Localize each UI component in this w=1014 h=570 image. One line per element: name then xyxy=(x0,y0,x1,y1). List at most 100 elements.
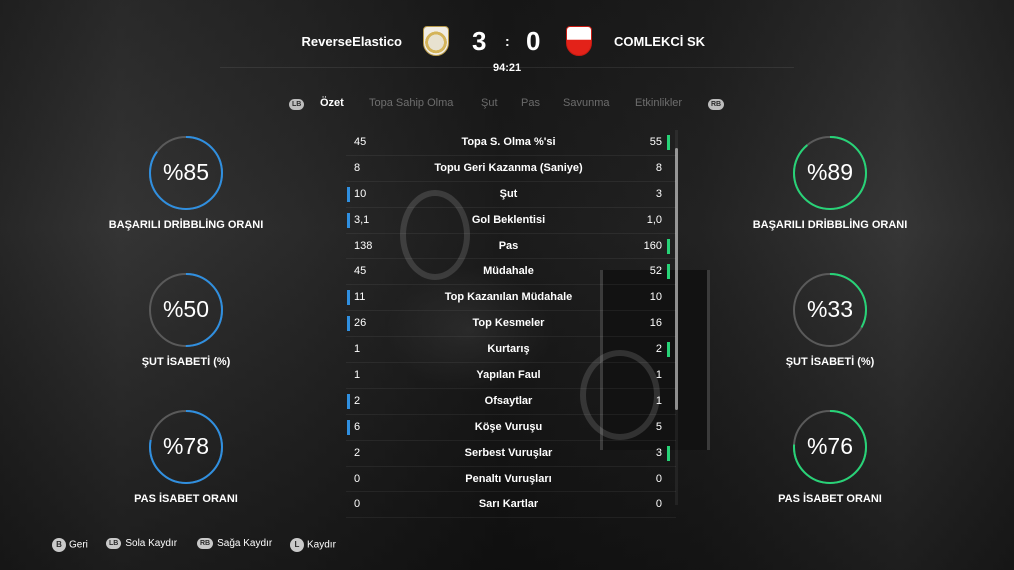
stats-table: 45 Topa S. Olma %'si 55 8 Topu Geri Kazanma … xyxy=(346,130,676,519)
stat-name: Topu Geri Kazanma (Saniye) xyxy=(434,161,583,174)
stat-name: Top Kesmeler xyxy=(472,317,545,330)
home-metric-shot-accuracy: %50 ŞUT İSABETİ (%) xyxy=(96,270,276,368)
tab-ozet[interactable]: Özet xyxy=(320,97,344,109)
metric-label: ŞUT İSABETİ (%) xyxy=(141,356,231,368)
stat-name: Köşe Vuruşu xyxy=(474,420,543,433)
home-score: 3 xyxy=(472,26,487,56)
metric-value: %89 xyxy=(806,159,854,185)
metric-label: PAS İSABET ORANI xyxy=(778,493,882,505)
score-separator: : xyxy=(505,33,510,49)
scroll-right-hint[interactable]: RB Sağa Kaydır xyxy=(197,538,272,549)
stat-name: Şut xyxy=(499,187,518,200)
lb-button-icon[interactable]: LB xyxy=(289,99,305,110)
away-leader-marker xyxy=(667,264,670,280)
metric-label: BAŞARILI DRİBBLİNG ORANI xyxy=(108,219,264,231)
stat-row: 2 Serbest Vuruşlar 3 xyxy=(346,441,676,467)
away-metric-shot-accuracy: %33 ŞUT İSABETİ (%) xyxy=(740,270,920,368)
away-stat-value: 160 xyxy=(643,239,662,252)
stat-row: 0 Penaltı Vuruşları 0 xyxy=(346,467,676,493)
scroll-right-label: Sağa Kaydır xyxy=(217,538,273,549)
tab-topa-sahip-olma[interactable]: Topa Sahip Olma xyxy=(369,97,453,109)
stat-name: Gol Beklentisi xyxy=(471,213,546,226)
rb-button-icon: RB xyxy=(197,538,214,549)
home-stat-value: 45 xyxy=(354,265,367,278)
tab-savunma[interactable]: Savunma xyxy=(563,97,609,109)
home-stat-value: 10 xyxy=(354,187,367,200)
home-stat-value: 2 xyxy=(354,446,361,459)
stat-row: 3,1 Gol Beklentisi 1,0 xyxy=(346,208,676,234)
away-stat-value: 2 xyxy=(655,343,662,356)
stat-row: 0 Sarı Kartlar 0 xyxy=(346,492,676,519)
header-divider xyxy=(220,67,794,68)
stat-row: 8 Topu Geri Kazanma (Saniye) 8 xyxy=(346,156,676,182)
away-leader-marker xyxy=(667,135,670,150)
progress-ring: %50 xyxy=(146,270,226,350)
home-leader-marker xyxy=(347,316,350,332)
stat-name: Kurtarış xyxy=(487,343,530,356)
stat-name: Yapılan Faul xyxy=(476,369,541,382)
away-stat-value: 1 xyxy=(655,369,662,382)
away-stat-value: 10 xyxy=(649,291,662,304)
stat-name: Topa S. Olma %'si xyxy=(461,136,556,148)
home-stat-value: 26 xyxy=(354,317,367,330)
tab-pas[interactable]: Pas xyxy=(521,97,540,109)
metric-label: ŞUT İSABETİ (%) xyxy=(785,356,875,368)
progress-ring: %85 xyxy=(146,133,226,213)
home-stat-value: 0 xyxy=(354,498,361,511)
away-leader-marker xyxy=(667,342,670,358)
home-stat-value: 1 xyxy=(354,343,361,356)
progress-ring: %89 xyxy=(790,133,870,213)
away-stat-value: 8 xyxy=(655,161,662,174)
b-button-icon: B xyxy=(52,538,66,552)
scroll-hint[interactable]: L Kaydır xyxy=(290,538,336,552)
rb-button-icon[interactable]: RB xyxy=(708,99,725,110)
home-metric-pass-accuracy: %78 PAS İSABET ORANI xyxy=(96,407,276,505)
stat-row: 2 Ofsaytlar 1 xyxy=(346,389,676,415)
progress-ring: %78 xyxy=(146,407,226,487)
home-stat-value: 2 xyxy=(354,394,361,407)
home-stat-value: 1 xyxy=(354,369,361,382)
stat-row: 26 Top Kesmeler 16 xyxy=(346,311,676,338)
stat-row: 1 Kurtarış 2 xyxy=(346,337,676,364)
progress-ring: %33 xyxy=(790,270,870,350)
metric-value: %33 xyxy=(806,296,854,322)
home-stat-value: 138 xyxy=(354,239,373,252)
stat-row: 10 Şut 3 xyxy=(346,182,676,208)
home-stat-value: 0 xyxy=(354,472,361,485)
back-hint[interactable]: B Geri xyxy=(52,538,88,552)
stat-row: 11 Top Kazanılan Müdahale 10 xyxy=(346,285,676,312)
away-stat-value: 0 xyxy=(655,498,662,511)
stat-row: 6 Köşe Vuruşu 5 xyxy=(346,415,676,441)
tab-etkinlikler[interactable]: Etkinlikler xyxy=(635,97,682,109)
metric-value: %78 xyxy=(162,433,210,459)
scroll-label: Kaydır xyxy=(307,539,336,551)
tab-sut[interactable]: Şut xyxy=(481,97,498,109)
stat-name: Top Kazanılan Müdahale xyxy=(444,291,573,304)
stat-name: Ofsaytlar xyxy=(484,394,533,407)
home-stat-value: 6 xyxy=(354,420,361,433)
away-leader-marker xyxy=(667,238,670,254)
scroll-left-hint[interactable]: LB Sola Kaydır xyxy=(106,538,177,549)
stat-name: Müdahale xyxy=(483,265,534,278)
metric-value: %50 xyxy=(162,296,210,322)
away-score: 0 xyxy=(526,26,541,56)
away-stat-value: 16 xyxy=(649,317,662,330)
metric-label: PAS İSABET ORANI xyxy=(134,493,238,505)
home-stat-value: 11 xyxy=(354,291,366,304)
match-clock: 94:21 xyxy=(493,62,522,74)
stat-name: Pas xyxy=(498,239,519,252)
home-team-name: ReverseElastico xyxy=(301,34,402,49)
stats-tabs: LB Özet Topa Sahip Olma Şut Pas Savunma … xyxy=(0,97,1014,113)
away-stat-value: 3 xyxy=(655,187,662,200)
away-stat-value: 0 xyxy=(655,472,662,485)
away-metric-pass-accuracy: %76 PAS İSABET ORANI xyxy=(740,407,920,505)
away-stat-value: 3 xyxy=(655,446,662,459)
back-label: Geri xyxy=(69,539,88,551)
lb-button-icon: LB xyxy=(106,538,122,549)
home-stat-value: 3,1 xyxy=(354,213,370,226)
progress-ring: %76 xyxy=(790,407,870,487)
away-team-name: COMLEKCİ SK xyxy=(614,34,705,49)
stat-row: 45 Müdahale 52 xyxy=(346,259,676,286)
metric-label: BAŞARILI DRİBBLİNG ORANI xyxy=(752,219,908,231)
away-stat-value: 52 xyxy=(649,265,662,278)
